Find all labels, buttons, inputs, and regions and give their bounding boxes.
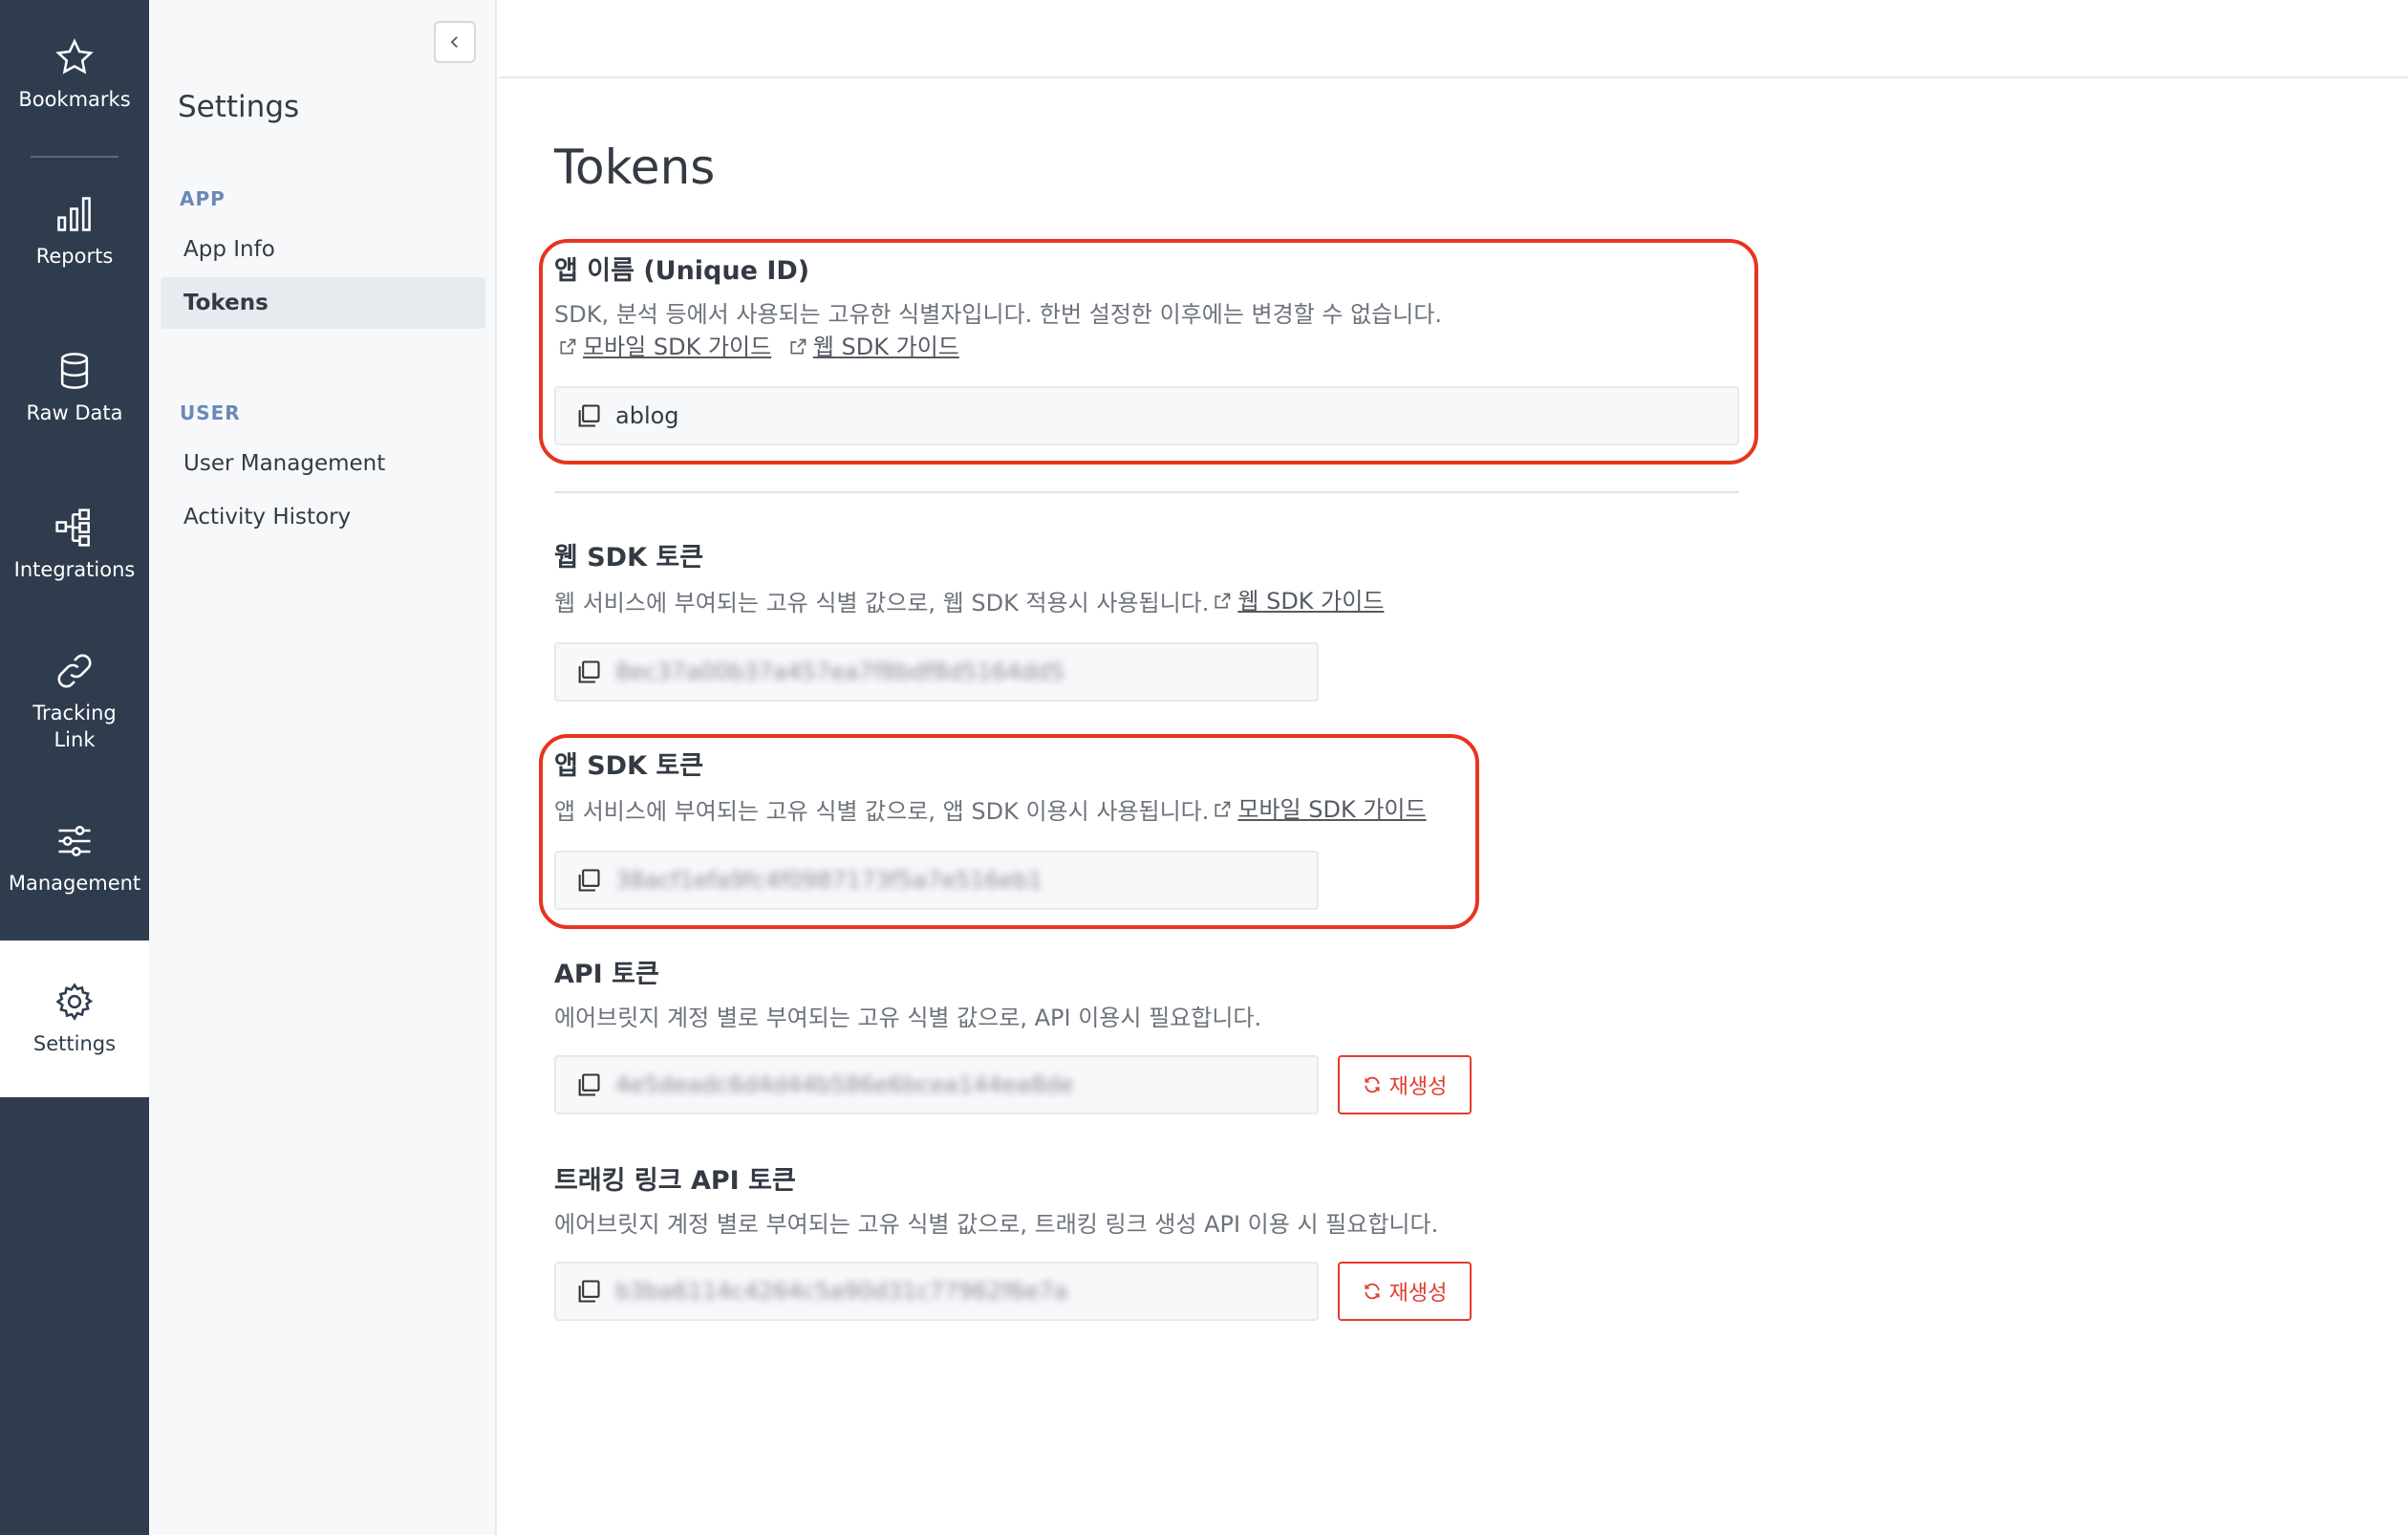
nav-item-activity-history[interactable]: Activity History — [161, 491, 485, 543]
nav-item-user-management[interactable]: User Management — [161, 438, 485, 489]
tracking-api-token-field[interactable]: b3ba6114c4264c5a90d31c77962f6e7a — [554, 1262, 1319, 1321]
api-token-desc: 에어브릿지 계정 별로 부여되는 고유 식별 값으로, API 이용시 필요합니… — [554, 1005, 1262, 1031]
web-sdk-token-value: 8ec37a00b37a457ea7f8bdf8d5164dd5 — [615, 659, 1065, 685]
web-sdk-token-title: 웹 SDK 토큰 — [554, 543, 704, 573]
copy-icon[interactable] — [575, 1278, 602, 1305]
settings-sidebar: Settings APP App Info Tokens USER User M… — [149, 0, 497, 1535]
nav-item-tokens[interactable]: Tokens — [161, 277, 485, 329]
rail-item-reports[interactable]: Reports — [0, 193, 149, 270]
app-sdk-token-desc: 앱 서비스에 부여되는 고유 식별 값으로, 앱 SDK 이용시 사용됩니다. — [554, 798, 1210, 825]
regenerate-api-token-button[interactable]: 재생성 — [1338, 1055, 1472, 1114]
rail-label: Reports — [35, 245, 114, 268]
web-sdk-token-section: 웹 SDK 토큰 웹 서비스에 부여되는 고유 식별 값으로, 웹 SDK 적용… — [554, 541, 1384, 619]
api-token-field[interactable]: 4e5deadc6d4d44b586e6bcea144ea8de — [554, 1055, 1319, 1114]
rail-divider — [31, 156, 118, 158]
tracking-api-token-value: b3ba6114c4264c5a90d31c77962f6e7a — [615, 1278, 1068, 1305]
web-sdk-token-desc: 웹 서비스에 부여되는 고유 식별 값으로, 웹 SDK 적용시 사용됩니다. — [554, 590, 1210, 616]
app-name-section: 앱 이름 (Unique ID) SDK, 분석 등에서 사용되는 고유한 식별… — [554, 254, 1442, 365]
app-sdk-token-section: 앱 SDK 토큰 앱 서비스에 부여되는 고유 식별 값으로, 앱 SDK 이용… — [554, 749, 1427, 828]
regenerate-tracking-api-token-button[interactable]: 재생성 — [1338, 1262, 1472, 1321]
section-divider — [554, 491, 1739, 493]
app-name-field[interactable]: ablog — [554, 386, 1739, 445]
top-bar — [499, 0, 2408, 78]
web-sdk-guide-link[interactable]: 웹 SDK 가이드 — [1209, 585, 1384, 617]
app-name-value: ablog — [615, 402, 679, 429]
star-icon — [55, 38, 94, 75]
copy-icon[interactable] — [575, 1071, 602, 1098]
copy-icon[interactable] — [575, 867, 602, 894]
tracking-api-token-title: 트래킹 링크 API 토큰 — [554, 1166, 796, 1196]
refresh-icon — [1365, 1076, 1380, 1093]
sidebar-title: Settings — [178, 90, 300, 124]
tracking-api-token-section: 트래킹 링크 API 토큰 에어브릿지 계정 별로 부여되는 고유 식별 값으로… — [554, 1164, 1438, 1241]
section-label-user: USER — [180, 401, 241, 424]
collapse-sidebar-button[interactable] — [434, 21, 476, 63]
link-icon — [57, 654, 92, 688]
external-link-icon — [560, 338, 576, 355]
web-sdk-guide-link[interactable]: 웹 SDK 가이드 — [785, 331, 959, 363]
rail-label: Integrations — [13, 558, 136, 581]
page-title: Tokens — [554, 140, 716, 195]
integrations-icon — [55, 508, 90, 547]
api-token-value: 4e5deadc6d4d44b586e6bcea144ea8de — [615, 1071, 1074, 1098]
section-label-app: APP — [180, 187, 226, 210]
rail-item-bookmarks[interactable]: Bookmarks — [0, 36, 149, 113]
rail-label: Bookmarks — [18, 88, 131, 111]
rail-label: Settings — [32, 1032, 117, 1055]
rail-item-integrations[interactable]: Integrations — [0, 507, 149, 583]
rail-label: Tracking Link — [32, 702, 117, 751]
tracking-api-token-desc: 에어브릿지 계정 별로 부여되는 고유 식별 값으로, 트래킹 링크 생성 AP… — [554, 1211, 1439, 1238]
mobile-sdk-guide-link[interactable]: 모바일 SDK 가이드 — [1209, 793, 1427, 826]
refresh-icon — [1365, 1283, 1380, 1300]
external-link-icon — [1215, 801, 1231, 817]
external-link-icon — [1215, 593, 1231, 609]
app-name-title: 앱 이름 (Unique ID) — [554, 256, 810, 286]
icon-rail: Bookmarks Reports Raw Data Integrations … — [0, 0, 149, 1535]
copy-icon[interactable] — [575, 402, 602, 429]
chevron-left-icon — [450, 36, 458, 48]
rail-label: Raw Data — [26, 401, 123, 424]
rail-item-management[interactable]: Management — [0, 820, 149, 897]
app-sdk-token-value: 38acf1efa9fc4f0987173f5a7e516eb1 — [615, 867, 1043, 894]
sliders-icon — [58, 826, 91, 856]
rail-item-settings[interactable]: Settings — [0, 940, 149, 1097]
rail-item-tracking-link[interactable]: Tracking Link — [0, 650, 149, 753]
api-token-section: API 토큰 에어브릿지 계정 별로 부여되는 고유 식별 값으로, API 이… — [554, 958, 1261, 1034]
external-link-icon — [790, 338, 806, 355]
rail-label: Management — [8, 872, 141, 895]
web-sdk-token-field[interactable]: 8ec37a00b37a457ea7f8bdf8d5164dd5 — [554, 642, 1319, 702]
bar-chart-icon — [57, 197, 91, 231]
app-sdk-token-desc-row: 앱 서비스에 부여되는 고유 식별 값으로, 앱 SDK 이용시 사용됩니다. 모… — [554, 793, 1427, 828]
web-sdk-token-desc-row: 웹 서비스에 부여되는 고유 식별 값으로, 웹 SDK 적용시 사용됩니다. 웹… — [554, 585, 1384, 619]
copy-icon[interactable] — [575, 659, 602, 685]
app-name-desc: SDK, 분석 등에서 사용되는 고유한 식별자입니다. 한번 설정한 이후에는… — [554, 301, 1443, 328]
nav-item-app-info[interactable]: App Info — [161, 224, 485, 275]
app-name-links: 모바일 SDK 가이드 웹 SDK 가이드 — [554, 331, 1442, 365]
api-token-title: API 토큰 — [554, 960, 659, 989]
database-icon — [60, 353, 89, 389]
rail-item-raw-data[interactable]: Raw Data — [0, 350, 149, 426]
mobile-sdk-guide-link[interactable]: 모바일 SDK 가이드 — [554, 331, 771, 363]
app-sdk-token-title: 앱 SDK 토큰 — [554, 751, 704, 781]
gear-icon — [55, 983, 94, 1021]
app-sdk-token-field[interactable]: 38acf1efa9fc4f0987173f5a7e516eb1 — [554, 851, 1319, 910]
